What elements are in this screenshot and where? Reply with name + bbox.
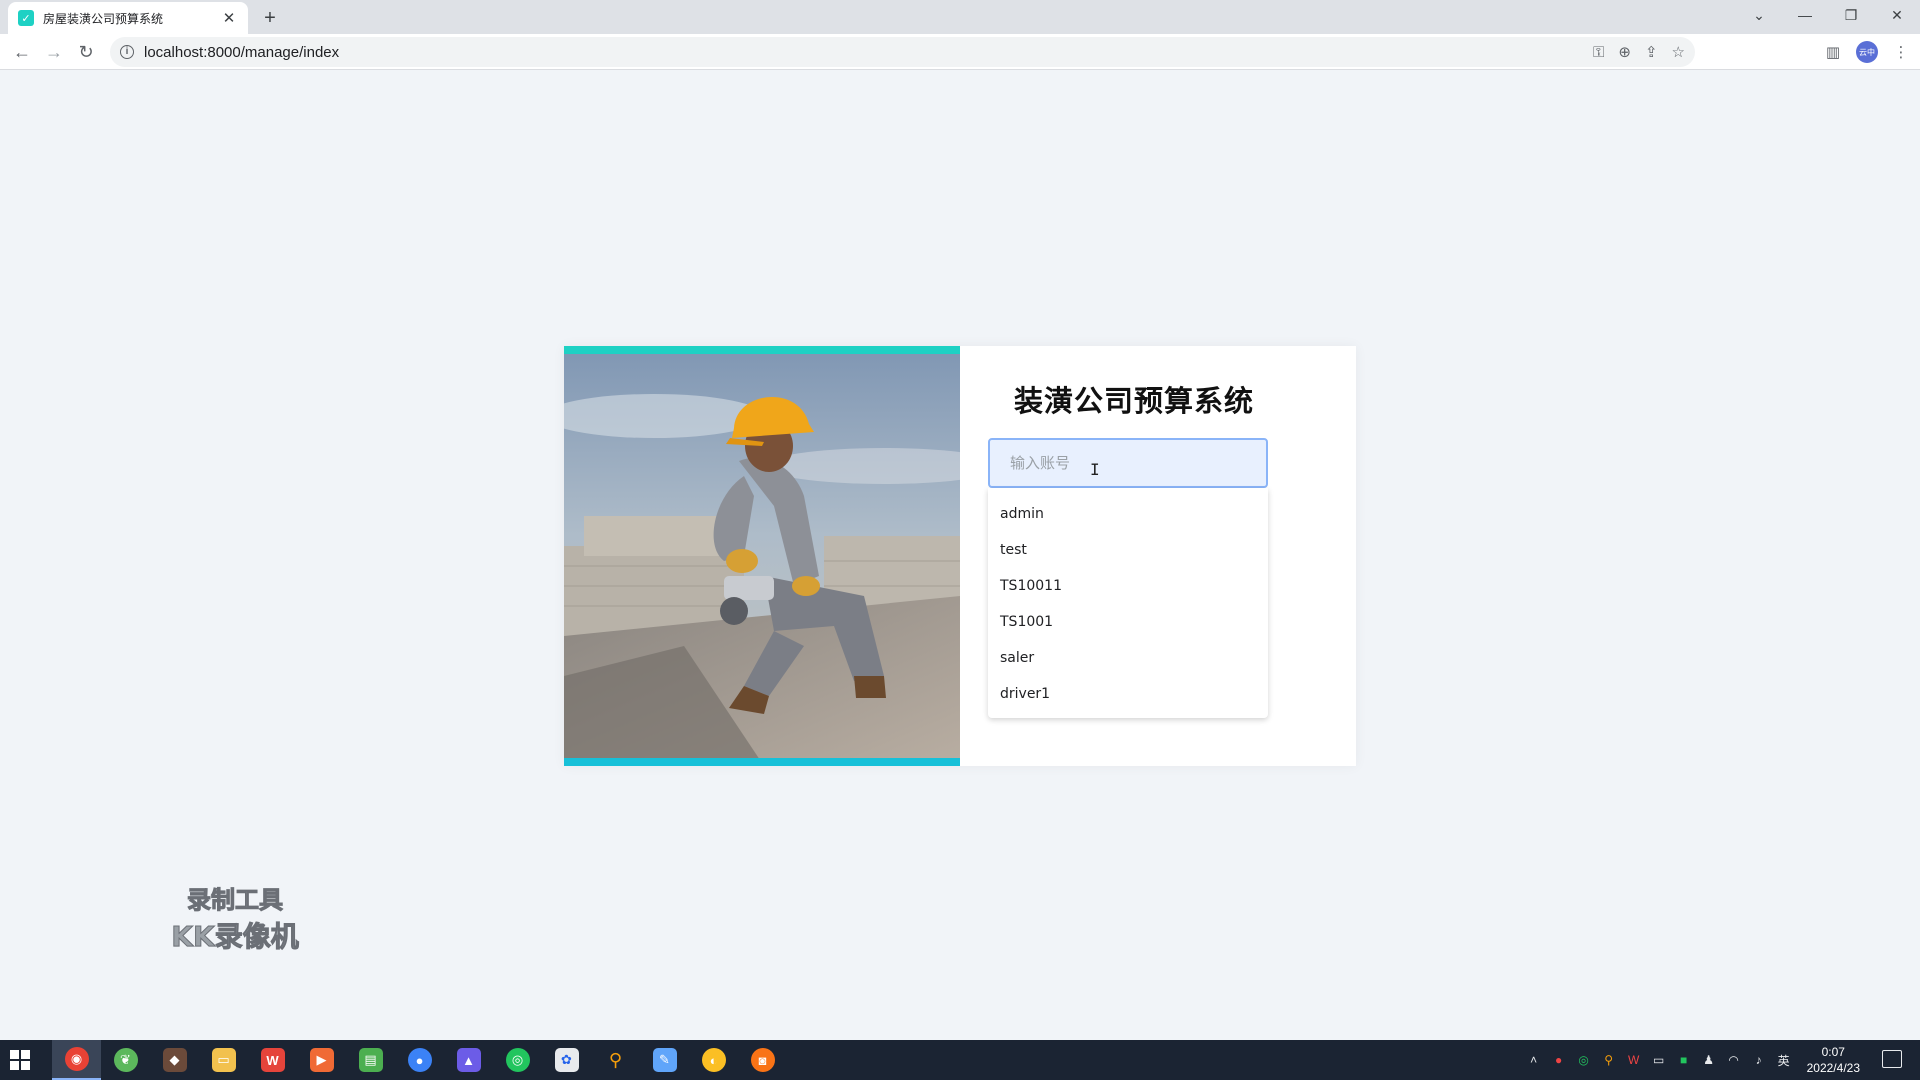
system-title: 装潢公司预算系统 <box>1014 384 1255 418</box>
construction-worker-photo <box>564 346 960 766</box>
key-icon[interactable]: ⚿ <box>1593 44 1604 61</box>
login-form: 装潢公司预算系统 I admin test TS10011 TS1001 sal… <box>960 346 1356 766</box>
game-app-taskbar-icon[interactable]: ◆ <box>150 1040 199 1080</box>
notification-center-icon[interactable] <box>1882 1050 1902 1068</box>
media-app-taskbar-icon[interactable]: ◐ <box>689 1040 738 1080</box>
minimize-button[interactable]: — <box>1782 0 1828 30</box>
search-tray-icon[interactable]: ⚲ <box>1601 1052 1617 1068</box>
url-text[interactable]: localhost:8000/manage/index <box>144 44 339 61</box>
tab-title: 房屋装潢公司预算系统 <box>43 11 164 26</box>
login-card: 装潢公司预算系统 I admin test TS10011 TS1001 sal… <box>564 346 1356 766</box>
tab-favicon-icon: ✓ <box>18 10 34 26</box>
watermark-line-1: 录制工具 <box>187 886 284 915</box>
ime-indicator[interactable]: 英 <box>1776 1052 1792 1068</box>
network-app-taskbar-icon[interactable]: ✿ <box>542 1040 591 1080</box>
tray-overflow-icon[interactable]: ˄ <box>1526 1052 1542 1068</box>
tab-search-icon[interactable]: ⌄ <box>1736 0 1782 30</box>
forward-button[interactable]: → <box>40 38 68 66</box>
accent-bar-top <box>564 346 960 354</box>
bookmark-star-icon[interactable]: ☆ <box>1672 43 1685 61</box>
wechat-tray-icon[interactable]: ◎ <box>1576 1052 1592 1068</box>
wps-tray-icon[interactable]: W <box>1626 1052 1642 1068</box>
windows-taskbar: ◉ ❦ ◆ ▭ W ▶ ▤ ● ▲ ◎ ✿ ⚲ ✎ ◐ ◙ ˄ ● ◎ ⚲ W … <box>0 1040 1920 1080</box>
close-window-button[interactable]: ✕ <box>1874 0 1920 30</box>
wechat-taskbar-icon[interactable]: ◎ <box>493 1040 542 1080</box>
recorder-app-taskbar-icon[interactable]: ◙ <box>738 1040 787 1080</box>
search-app-taskbar-icon[interactable]: ⚲ <box>591 1040 640 1080</box>
clock-time: 0:07 <box>1821 1045 1845 1059</box>
spreadsheet-taskbar-icon[interactable]: ▤ <box>346 1040 395 1080</box>
green-app-tray-icon[interactable]: ■ <box>1676 1052 1692 1068</box>
wps-writer-taskbar-icon[interactable]: W <box>248 1040 297 1080</box>
volume-icon[interactable]: ♪ <box>1751 1052 1767 1068</box>
browser-tab-strip: ✓ 房屋装潢公司预算系统 ✕ + ⌄ — ❐ ✕ <box>0 0 1920 34</box>
tab-close-icon[interactable]: ✕ <box>220 9 238 27</box>
new-tab-button[interactable]: + <box>258 6 282 30</box>
menu-kebab-icon[interactable]: ⋮ <box>1890 41 1912 63</box>
wifi-icon[interactable]: ◠ <box>1726 1052 1742 1068</box>
profile-avatar[interactable]: 云中 <box>1856 41 1878 63</box>
browser-app-taskbar-icon[interactable]: ● <box>395 1040 444 1080</box>
browser-toolbar: ← → ↻ i localhost:8000/manage/index ⚿ ⊕ … <box>0 34 1920 70</box>
windows-start-icon[interactable] <box>10 1050 30 1070</box>
antivirus-tray-icon[interactable]: ● <box>1551 1052 1567 1068</box>
site-info-icon[interactable]: i <box>120 45 134 59</box>
side-panel-icon[interactable]: ▥ <box>1822 41 1844 63</box>
zoom-icon[interactable]: ⊕ <box>1618 43 1631 61</box>
back-button[interactable]: ← <box>8 38 36 66</box>
browser-tab[interactable]: ✓ 房屋装潢公司预算系统 ✕ <box>8 2 248 34</box>
taskbar-clock[interactable]: 0:07 2022/4/23 <box>1807 1044 1860 1076</box>
restore-button[interactable]: ❐ <box>1828 0 1874 30</box>
address-bar[interactable]: i localhost:8000/manage/index ⚿ ⊕ ⇪ ☆ <box>110 37 1695 67</box>
wps-presentation-taskbar-icon[interactable]: ▶ <box>297 1040 346 1080</box>
notes-app-taskbar-icon[interactable]: ✎ <box>640 1040 689 1080</box>
accent-bar-bottom <box>564 758 960 766</box>
autocomplete-option[interactable]: TS10011 <box>988 568 1268 604</box>
system-tray: ˄ ● ◎ ⚲ W ▭ ■ ♟ ◠ ♪ 英 0:07 2022/4/23 <box>1526 1040 1860 1080</box>
clock-date: 2022/4/23 <box>1806 1061 1860 1075</box>
share-icon[interactable]: ⇪ <box>1645 43 1658 61</box>
autocomplete-option[interactable]: saler <box>988 640 1268 676</box>
reload-button[interactable]: ↻ <box>72 38 100 66</box>
device-tray-icon[interactable]: ▭ <box>1651 1052 1667 1068</box>
account-input[interactable] <box>988 438 1268 488</box>
autocomplete-option[interactable]: admin <box>988 496 1268 532</box>
omnibox-actions: ⚿ ⊕ ⇪ ☆ <box>1593 37 1685 67</box>
file-explorer-taskbar-icon[interactable]: ▭ <box>199 1040 248 1080</box>
leaf-app-taskbar-icon[interactable]: ❦ <box>101 1040 150 1080</box>
drawing-app-taskbar-icon[interactable]: ▲ <box>444 1040 493 1080</box>
hero-image <box>564 346 960 766</box>
window-controls: ⌄ — ❐ ✕ <box>1736 0 1920 30</box>
autocomplete-option[interactable]: driver1 <box>988 676 1268 712</box>
account-autocomplete-dropdown: admin test TS10011 TS1001 saler driver1 <box>988 488 1268 718</box>
autocomplete-option[interactable]: TS1001 <box>988 604 1268 640</box>
recorder-watermark: 录制工具 KK录像机 <box>160 880 310 955</box>
toolbar-right: ▥ 云中 ⋮ <box>1822 38 1912 66</box>
autocomplete-option[interactable]: test <box>988 532 1268 568</box>
chrome-taskbar-icon[interactable]: ◉ <box>52 1040 101 1080</box>
watermark-line-2: KK录像机 <box>171 920 299 954</box>
taskbar-apps: ◉ ❦ ◆ ▭ W ▶ ▤ ● ▲ ◎ ✿ ⚲ ✎ ◐ ◙ <box>52 1040 787 1080</box>
text-cursor-icon: I <box>1090 460 1100 479</box>
qq-tray-icon[interactable]: ♟ <box>1701 1052 1717 1068</box>
